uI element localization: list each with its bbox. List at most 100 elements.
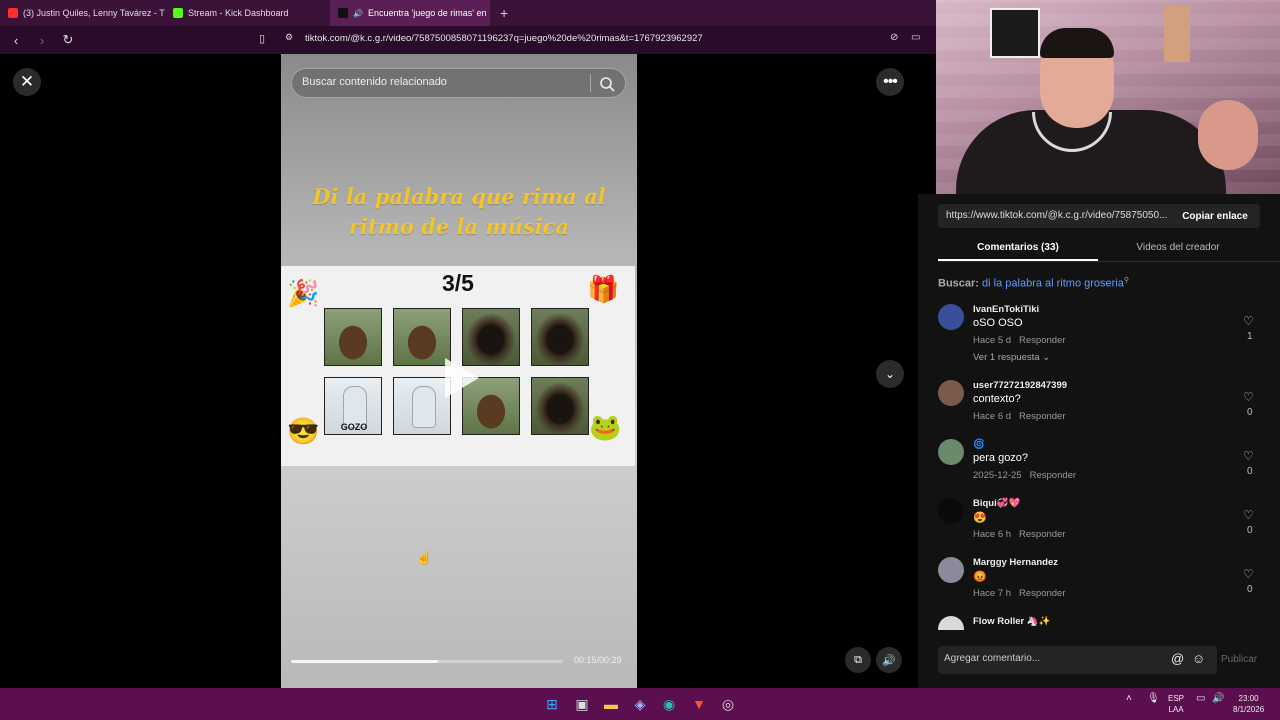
start-icon[interactable]: ⊞ [542, 694, 562, 714]
volume-button[interactable]: 🔊 [876, 647, 902, 673]
next-video-button[interactable]: ⌄ [876, 360, 904, 388]
like-icon[interactable]: ♡ [1243, 314, 1254, 328]
comment-user[interactable]: IvanEnTokiTiki [973, 304, 1039, 315]
url-field[interactable]: tiktok.com/@k.c.g.r/video/75875008580711… [305, 33, 703, 44]
tab-creator-videos[interactable]: Videos del creador [1098, 236, 1258, 261]
round-counter: 3/5 [442, 270, 474, 296]
mic-icon[interactable]: 🎙 [1147, 693, 1160, 704]
view-replies-button[interactable]: Ver 1 respuesta ⌄ [973, 352, 1050, 363]
related-search-link[interactable]: Buscar: di la palabra al ritmo groseria⚲ [938, 276, 1129, 290]
tab-youtube[interactable]: (3) Justin Quiles, Lenny Tavárez - THA [0, 0, 165, 26]
game-card: 3/5 🎉 🎁 😎 🐸 GOZO [281, 266, 635, 466]
comment-time: Hace 7 h [973, 588, 1012, 599]
related-prefix: Buscar: [938, 277, 979, 290]
tile-caption: GOZO [340, 422, 368, 432]
avatar[interactable] [938, 439, 964, 465]
comment-user[interactable]: Biqui💞💖 [973, 498, 1020, 509]
tile-bear [393, 308, 451, 366]
tab-tiktok[interactable]: 🔊 Encuentra 'juego de rimas' en × [330, 0, 490, 26]
video-player[interactable]: Di la palabra que rima al ritmo de la mú… [281, 54, 637, 688]
comment-user[interactable]: user77272192847399 [973, 380, 1067, 391]
pip-button[interactable]: ⧉ [845, 647, 871, 673]
copy-link-button[interactable]: Copiar enlace [1170, 204, 1260, 228]
avatar[interactable] [938, 304, 964, 330]
emoji-icon[interactable]: ☺ [1192, 651, 1205, 666]
avatar[interactable] [938, 380, 964, 406]
comment-input[interactable] [944, 653, 1164, 664]
site-info-icon[interactable]: ⚙ [285, 32, 293, 43]
tab-label: (3) Justin Quiles, Lenny Tavárez - THA [23, 8, 165, 18]
play-icon[interactable] [445, 358, 479, 398]
comment-user[interactable]: Marggy Hernandez [973, 557, 1058, 568]
back-icon[interactable]: ‹ [6, 33, 26, 48]
like-icon[interactable]: ♡ [1243, 390, 1254, 404]
volume-icon[interactable]: 🔊 [1212, 693, 1224, 704]
related-query[interactable]: di la palabra al ritmo groseria [982, 278, 1124, 290]
task-view-icon[interactable]: ▣ [572, 694, 592, 714]
reply-button[interactable]: Responder [1019, 411, 1065, 422]
address-bar: ‹ › ↻ ▯ ⚙ tiktok.com/@k.c.g.r/video/7587… [0, 26, 936, 54]
wall-poster [1164, 6, 1190, 62]
tab-label: Stream - Kick Dashboard [188, 8, 289, 18]
like-count: 0 [1247, 407, 1253, 418]
clock[interactable]: 23:00 8/1/2026 [1233, 693, 1264, 715]
close-icon: ✕ [19, 72, 35, 91]
browser-tab-bar: (3) Justin Quiles, Lenny Tavárez - THA S… [0, 0, 936, 26]
panel-tabs: Comentarios (33) Videos del creador [938, 236, 1280, 262]
network-icon[interactable]: ▭ [1196, 693, 1205, 704]
reply-button[interactable]: Responder [1019, 588, 1065, 599]
language-code: ESP [1168, 694, 1185, 703]
file-explorer-icon[interactable]: ▬ [601, 694, 621, 714]
like-icon[interactable]: ♡ [1243, 449, 1254, 463]
tile-hole [531, 308, 589, 366]
avatar[interactable] [938, 498, 964, 524]
related-search-input[interactable] [302, 76, 582, 88]
tab-kick[interactable]: Stream - Kick Dashboard [165, 0, 330, 26]
tile-bear [324, 308, 382, 366]
comment-text: pera gozo? [973, 452, 1029, 464]
comment-item: Biqui💞💖 😍 Hace 6 h Responder ♡ 0 [938, 494, 1268, 553]
close-button[interactable]: ✕ [13, 68, 41, 96]
sunglasses-emoji-icon: 😎 [287, 416, 320, 446]
tile-man [393, 377, 451, 435]
mention-icon[interactable]: @ [1171, 651, 1184, 666]
language-indicator[interactable]: ESP LAA [1168, 693, 1184, 715]
comment-text: oSO OSO [973, 317, 1023, 329]
avatar[interactable] [938, 557, 964, 583]
new-tab-icon[interactable]: + [500, 5, 508, 21]
like-icon[interactable]: ♡ [1243, 567, 1254, 581]
reload-icon[interactable]: ↻ [58, 32, 78, 48]
comment-text: 😍 [973, 512, 987, 524]
like-icon[interactable]: ♡ [1243, 508, 1254, 522]
chevron-down-icon: ⌄ [1042, 352, 1051, 363]
more-options-button[interactable]: ••• [876, 68, 904, 96]
edge-icon[interactable]: ◉ [659, 694, 679, 714]
like-count: 0 [1247, 466, 1253, 477]
brave-icon[interactable]: ▼ [689, 694, 709, 714]
reply-button[interactable]: Responder [1019, 529, 1065, 540]
tracking-icon[interactable]: ⊘ [890, 32, 898, 43]
forward-icon[interactable]: › [32, 33, 52, 48]
bookmark-icon[interactable]: ▯ [259, 32, 265, 45]
app-icon[interactable]: ◈ [630, 694, 650, 714]
obs-icon[interactable]: ◎ [718, 694, 738, 714]
tray-chevron-icon[interactable]: ˄ [1126, 693, 1132, 704]
publish-button[interactable]: Publicar [1221, 654, 1257, 665]
reply-button[interactable]: Responder [1019, 335, 1065, 346]
comment-user[interactable]: 🌀 [973, 439, 985, 450]
tab-comments[interactable]: Comentarios (33) [938, 236, 1098, 261]
progress-bar[interactable] [291, 660, 563, 663]
search-icon[interactable] [599, 76, 615, 92]
comment-item: Marggy Hernandez 😡 Hace 7 h Responder ♡ 0 [938, 553, 1268, 612]
gift-icon: 🎁 [587, 274, 620, 304]
clock-time: 23:00 [1238, 694, 1259, 703]
reply-button[interactable]: Responder [1030, 470, 1076, 481]
video-link[interactable]: https://www.tiktok.com/@k.c.g.r/video/75… [938, 204, 1170, 228]
comment-user[interactable]: Flow Roller 🦄✨ [973, 616, 1051, 627]
tile-man: GOZO [324, 377, 382, 435]
cast-icon[interactable]: ▭ [911, 32, 920, 43]
comment-time: 2025-12-25 [973, 470, 1022, 481]
video-stage: ✕ ••• ⌄ Di la palabra que rima al ritmo … [0, 54, 918, 688]
avatar[interactable] [938, 616, 964, 630]
comment-meta: Hace 7 h Responder [973, 588, 1066, 599]
